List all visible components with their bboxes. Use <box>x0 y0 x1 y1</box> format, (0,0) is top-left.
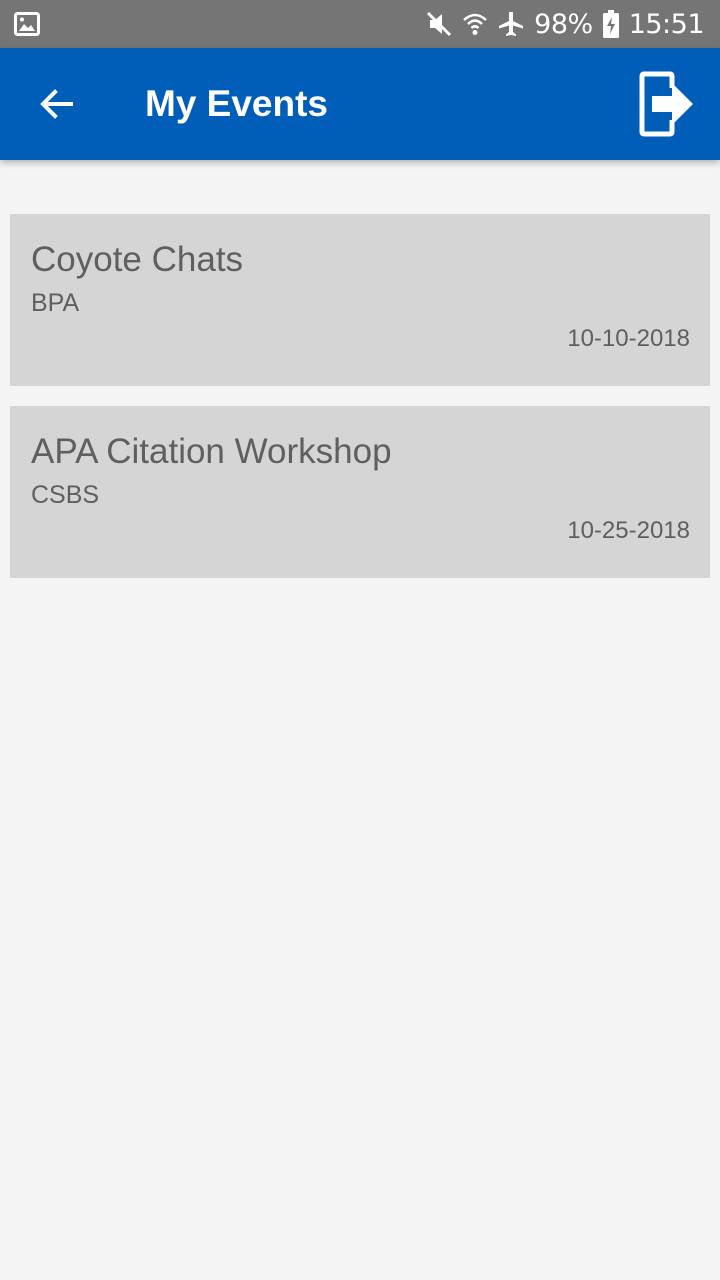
status-bar: 98% 15:51 <box>0 0 720 48</box>
event-organization: BPA <box>31 289 80 317</box>
mute-icon <box>427 11 452 37</box>
events-list: Coyote Chats BPA 10-10-2018 APA Citation… <box>10 214 710 598</box>
logout-button[interactable] <box>638 70 698 138</box>
back-button[interactable] <box>24 72 88 136</box>
battery-percent: 98% <box>534 8 593 40</box>
clock: 15:51 <box>628 8 705 40</box>
event-date: 10-25-2018 <box>567 517 690 544</box>
event-organization: CSBS <box>31 481 100 509</box>
event-title: Coyote Chats <box>31 240 244 279</box>
arrow-left-icon <box>40 89 73 119</box>
wifi-icon <box>463 13 488 35</box>
airplane-icon <box>499 12 524 36</box>
event-date: 10-10-2018 <box>567 325 690 352</box>
app-bar: My Events <box>0 48 720 160</box>
event-card[interactable]: Coyote Chats BPA 10-10-2018 <box>10 214 710 386</box>
event-title: APA Citation Workshop <box>31 432 392 471</box>
gallery-icon <box>14 12 40 36</box>
page-title: My Events <box>145 83 329 124</box>
event-card[interactable]: APA Citation Workshop CSBS 10-25-2018 <box>10 406 710 578</box>
battery-charging-icon <box>602 10 619 38</box>
logout-icon <box>639 71 693 137</box>
